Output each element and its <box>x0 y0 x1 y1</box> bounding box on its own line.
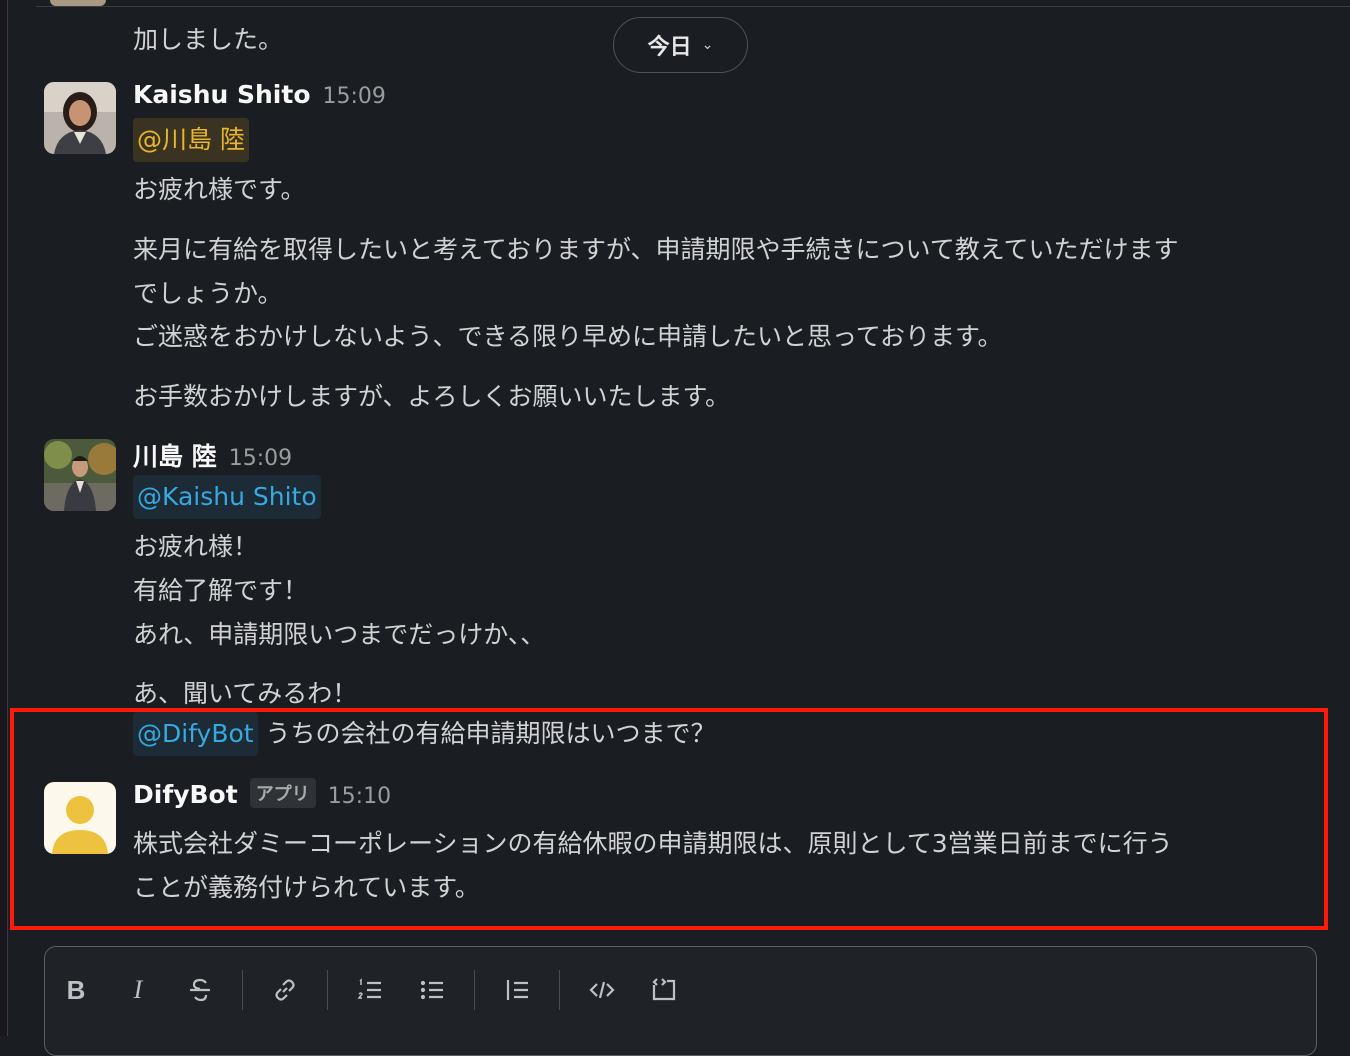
sidebar-edge <box>0 0 8 1036</box>
bold-icon[interactable]: B <box>56 970 96 1010</box>
message-line: お手数おかけしますが、よろしくお願いいたします。 <box>133 382 731 411</box>
ordered-list-icon[interactable] <box>350 970 390 1010</box>
code-block-icon[interactable] <box>644 970 684 1010</box>
message-line: でしょうか。 <box>133 279 283 308</box>
bulleted-list-icon[interactable] <box>412 970 452 1010</box>
strikethrough-icon[interactable] <box>180 970 220 1010</box>
toolbar-separator <box>474 970 475 1010</box>
message-line: お疲れ様です。 <box>133 175 306 204</box>
chevron-down-icon: ⌄ <box>701 37 714 53</box>
author-name[interactable]: Kaishu Shito <box>133 80 311 109</box>
date-divider-button[interactable]: 今日 ⌄ <box>613 17 748 73</box>
date-divider-label: 今日 <box>647 35 692 60</box>
toolbar-separator <box>242 970 243 1010</box>
message-line: 来月に有給を取得したいと考えておりますが、申請期限や手続きについて教えていただけ… <box>133 235 1179 264</box>
highlight-box <box>10 708 1328 930</box>
link-icon[interactable] <box>265 970 305 1010</box>
user-mention[interactable]: @Kaishu Shito <box>133 475 321 519</box>
toolbar-separator <box>559 970 560 1010</box>
author-name[interactable]: 川島 陸 <box>133 437 217 473</box>
message-line: あ、聞いてみるわ！ <box>133 679 358 708</box>
user-mention[interactable]: @川島 陸 <box>133 118 249 162</box>
message-composer[interactable]: B I <box>44 946 1317 1056</box>
formatting-toolbar: B I <box>45 965 695 1015</box>
message-line: お疲れ様！ <box>133 532 259 561</box>
message-line: ご迷惑をおかけしないよう、できる限り早めに申請したいと思っております。 <box>133 322 1003 351</box>
previous-message-tail: 加しました。 <box>133 25 284 54</box>
timestamp[interactable]: 15:09 <box>323 84 386 109</box>
message-line: 有給了解です！ <box>133 576 309 605</box>
code-icon[interactable] <box>582 970 622 1010</box>
avatar-kawashima-riku[interactable] <box>44 439 116 511</box>
italic-icon[interactable]: I <box>118 970 158 1010</box>
avatar-kaishu-shito[interactable] <box>44 82 116 154</box>
divider-line <box>36 6 1350 7</box>
timestamp[interactable]: 15:09 <box>229 446 292 471</box>
toolbar-separator <box>327 970 328 1010</box>
blockquote-icon[interactable] <box>497 970 537 1010</box>
message-line: あれ、申請期限いつまでだっけか、、 <box>133 620 546 649</box>
